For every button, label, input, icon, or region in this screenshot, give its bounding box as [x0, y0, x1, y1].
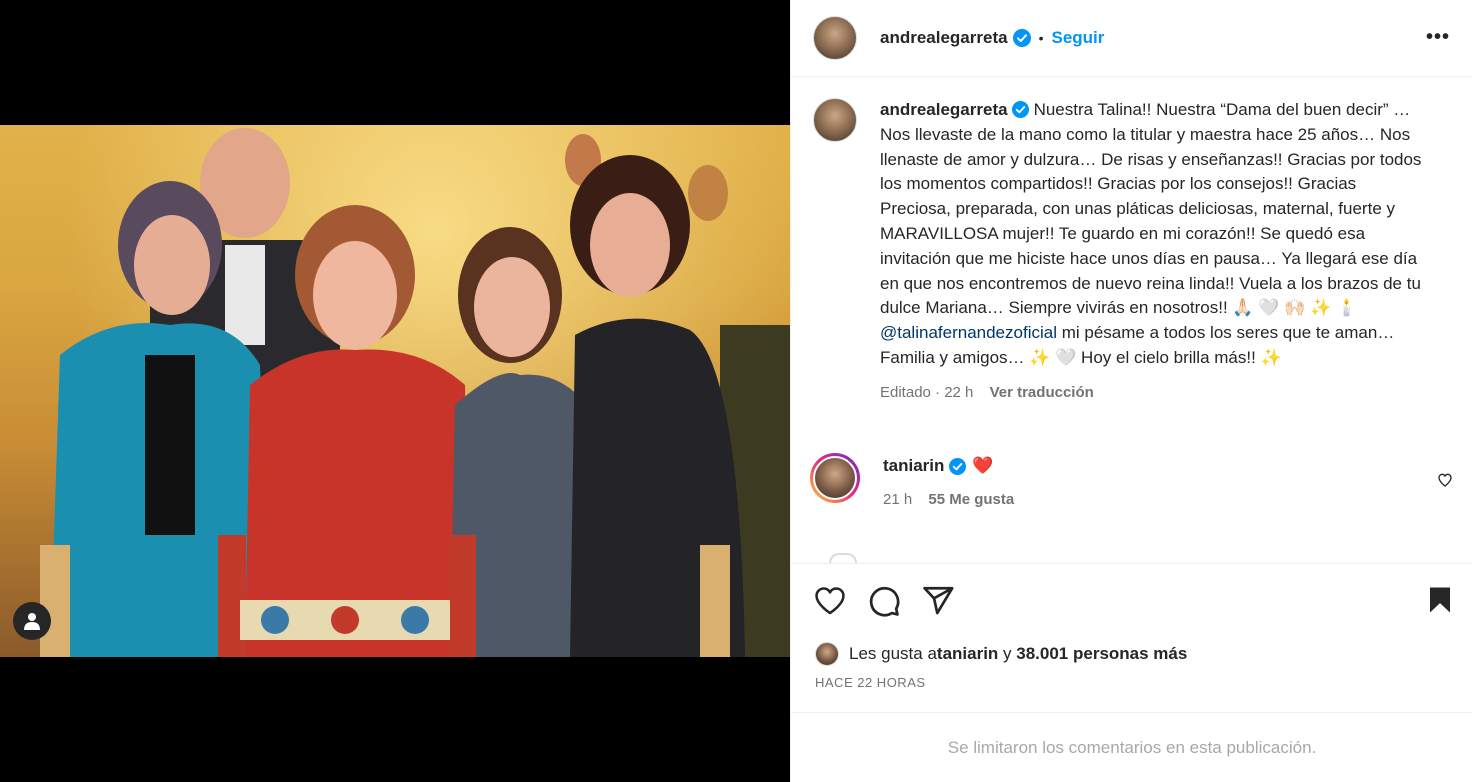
- comment-item: taniarin ❤️ 21 h 55 Me gusta: [810, 453, 1453, 508]
- author-avatar[interactable]: [813, 16, 857, 60]
- caption-mention-link[interactable]: @talinafernandezoficial: [880, 323, 1057, 342]
- caption-avatar[interactable]: [813, 98, 857, 142]
- caption-meta: Editado · 22 h Ver traducción: [880, 381, 1425, 406]
- action-bar: Les gusta a taniarin y 38.001 personas m…: [791, 563, 1472, 713]
- photo-illustration: [40, 128, 790, 657]
- likes-prefix: Les gusta a: [849, 644, 937, 663]
- bookmark-icon[interactable]: [1425, 584, 1455, 616]
- author-username[interactable]: andrealegarreta: [880, 28, 1008, 48]
- user-tag-button[interactable]: [13, 602, 51, 640]
- post-timestamp[interactable]: HACE 22 HORAS: [815, 675, 926, 690]
- verified-icon: [949, 457, 967, 475]
- comment-heart-icon[interactable]: [1437, 472, 1453, 488]
- likes-count-button[interactable]: 38.001 personas más: [1016, 644, 1187, 664]
- caption-text: Nuestra Talina!! Nuestra “Dama del buen …: [880, 100, 1422, 318]
- heart-icon[interactable]: [813, 584, 847, 618]
- likes-middle: y: [998, 644, 1017, 663]
- comment-icon[interactable]: [867, 584, 901, 618]
- commenter-username[interactable]: taniarin: [883, 456, 944, 476]
- more-icon[interactable]: •••: [1426, 26, 1450, 49]
- comment-likes-button[interactable]: 55 Me gusta: [928, 491, 1014, 508]
- commenter-avatar[interactable]: [810, 453, 860, 503]
- comment-time: 21 h: [883, 491, 913, 508]
- share-icon[interactable]: [921, 584, 955, 618]
- verified-icon: [1011, 101, 1029, 118]
- post-header: andrealegarreta • Seguir •••: [791, 0, 1472, 77]
- media-panel: [0, 0, 790, 782]
- liker-username[interactable]: taniarin: [937, 644, 998, 664]
- comment-text: ❤️: [972, 456, 994, 475]
- next-comment-peek: [829, 553, 857, 563]
- post-caption: andrealegarreta Nuestra Talina!! Nuestra …: [813, 98, 1453, 406]
- user-tag-icon: [24, 613, 40, 630]
- comments-scroll-area[interactable]: andrealegarreta Nuestra Talina!! Nuestra …: [791, 78, 1472, 563]
- post-panel: andrealegarreta • Seguir ••• andrealegar…: [790, 0, 1472, 782]
- follow-button[interactable]: Seguir: [1051, 28, 1104, 48]
- translate-button[interactable]: Ver traducción: [990, 384, 1094, 401]
- verified-icon: [1012, 29, 1031, 47]
- liker-avatar[interactable]: [815, 642, 839, 666]
- comments-limited-notice: Se limitaron los comentarios en esta pub…: [791, 712, 1472, 782]
- post-photo[interactable]: [0, 125, 790, 657]
- caption-time: Editado · 22 h: [880, 383, 974, 401]
- caption-username[interactable]: andrealegarreta: [880, 100, 1008, 119]
- likes-summary: Les gusta a taniarin y 38.001 personas m…: [815, 642, 1187, 666]
- separator-dot: •: [1038, 30, 1044, 46]
